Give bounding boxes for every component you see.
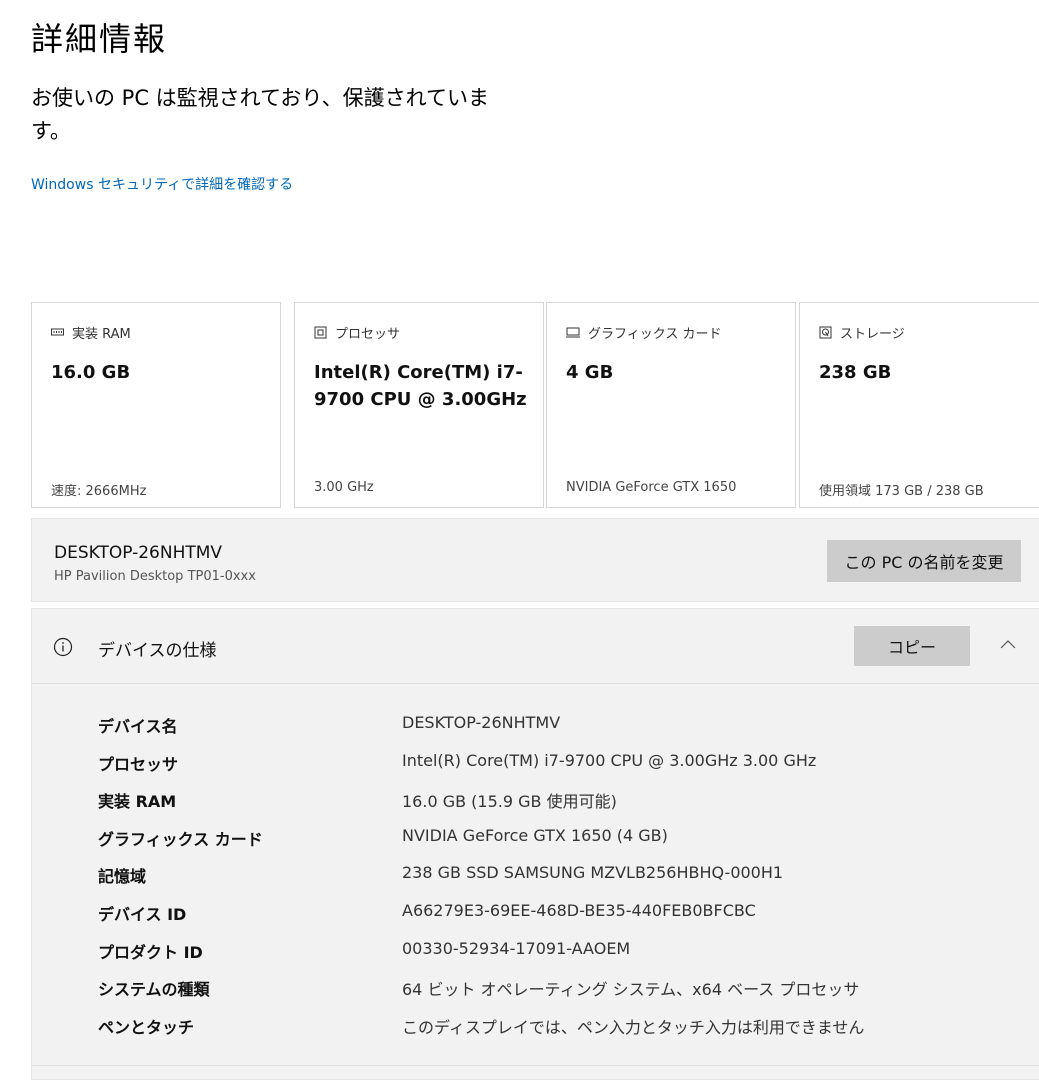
- spec-label: システムの種類: [98, 980, 210, 1000]
- windows-security-link[interactable]: Windows セキュリティで詳細を確認する: [31, 174, 293, 194]
- processor-icon: [314, 326, 327, 339]
- processor-card-footer: 3.00 GHz: [314, 480, 374, 495]
- spec-row: グラフィックス カード NVIDIA GeForce GTX 1650 (4 G…: [32, 820, 1039, 858]
- rename-pc-button[interactable]: この PC の名前を変更: [827, 540, 1021, 582]
- graphics-card-card: グラフィックス カード 4 GB NVIDIA GeForce GTX 1650: [546, 302, 796, 508]
- spec-label: デバイス ID: [98, 904, 187, 924]
- storage-icon: [819, 326, 832, 339]
- spec-row: システムの種類 64 ビット オペレーティング システム、x64 ベース プロセ…: [32, 970, 1039, 1008]
- spec-label: ペンとタッチ: [98, 1017, 195, 1037]
- divider: [32, 1065, 1039, 1066]
- processor-card-title: プロセッサ: [335, 327, 401, 342]
- storage-card-value: 238 GB: [819, 362, 892, 383]
- device-specifications: デバイスの仕様 コピー デバイス名 DESKTOP-26NHTMV プロセッサ …: [31, 608, 1039, 1080]
- spec-label: プロセッサ: [98, 754, 179, 774]
- graphics-card-title: グラフィックス カード: [588, 327, 722, 342]
- protection-status: お使いの PC は監視されており、保護されています。: [31, 86, 489, 143]
- ram-card-title: 実装 RAM: [72, 327, 131, 342]
- device-name: DESKTOP-26NHTMV: [54, 543, 223, 563]
- spec-row: ペンとタッチ このディスプレイでは、ペン入力とタッチ入力は利用できません: [32, 1008, 1039, 1046]
- spec-label: プロダクト ID: [98, 942, 203, 962]
- spec-value: DESKTOP-26NHTMV: [402, 713, 561, 732]
- spec-label: 実装 RAM: [98, 792, 177, 812]
- spec-row: 実装 RAM 16.0 GB (15.9 GB 使用可能): [32, 782, 1039, 820]
- spec-row: 記憶域 238 GB SSD SAMSUNG MZVLB256HBHQ-000H…: [32, 857, 1039, 895]
- spec-value: 238 GB SSD SAMSUNG MZVLB256HBHQ-000H1: [402, 863, 784, 883]
- spec-value: 64 ビット オペレーティング システム、x64 ベース プロセッサ: [402, 980, 860, 1000]
- spec-row: デバイス ID A66279E3-69EE-468D-BE35-440FEB0B…: [32, 895, 1039, 933]
- storage-card-title: ストレージ: [840, 327, 905, 342]
- spec-label: デバイス名: [98, 717, 178, 736]
- chevron-up-icon[interactable]: [1000, 639, 1016, 649]
- spec-header[interactable]: デバイスの仕様 コピー: [32, 609, 1039, 684]
- spec-title: デバイスの仕様: [98, 641, 217, 661]
- spec-row: プロダクト ID 00330-52934-17091-AAOEM: [32, 933, 1039, 971]
- processor-card: プロセッサ Intel(R) Core(TM) i7-9700 CPU @ 3.…: [294, 302, 544, 508]
- spec-rows: デバイス名 DESKTOP-26NHTMV プロセッサ Intel(R) Cor…: [32, 707, 1039, 1045]
- ram-icon: [51, 328, 64, 336]
- ram-card: 実装 RAM 16.0 GB 速度: 2666MHz: [31, 302, 281, 508]
- copy-button[interactable]: コピー: [854, 626, 970, 666]
- ram-card-value: 16.0 GB: [51, 362, 131, 383]
- device-name-bar: DESKTOP-26NHTMV HP Pavilion Desktop TP01…: [31, 518, 1039, 602]
- spec-value: NVIDIA GeForce GTX 1650 (4 GB): [402, 825, 668, 845]
- spec-row: プロセッサ Intel(R) Core(TM) i7-9700 CPU @ 3.…: [32, 745, 1039, 783]
- graphics-card-footer: NVIDIA GeForce GTX 1650: [566, 480, 737, 495]
- ram-card-footer: 速度: 2666MHz: [51, 484, 147, 499]
- spec-label: 記憶域: [98, 867, 147, 887]
- spec-value: Intel(R) Core(TM) i7-9700 CPU @ 3.00GHz …: [402, 750, 817, 770]
- spec-value: 16.0 GB (15.9 GB 使用可能): [402, 792, 617, 812]
- summary-cards: 実装 RAM 16.0 GB 速度: 2666MHz プロセッサ Intel(R…: [31, 302, 1039, 510]
- spec-value: このディスプレイでは、ペン入力とタッチ入力は利用できません: [402, 1017, 865, 1037]
- info-icon: [53, 637, 73, 657]
- processor-card-value: Intel(R) Core(TM) i7-9700 CPU @ 3.00GHz: [314, 362, 527, 410]
- graphics-card-value: 4 GB: [566, 362, 614, 383]
- device-model: HP Pavilion Desktop TP01-0xxx: [54, 569, 256, 584]
- graphics-card-icon: [566, 327, 580, 338]
- page-title: 詳細情報: [31, 20, 168, 58]
- storage-card: ストレージ 238 GB 使用領域 173 GB / 238 GB: [799, 302, 1039, 508]
- spec-label: グラフィックス カード: [98, 829, 263, 849]
- spec-row: デバイス名 DESKTOP-26NHTMV: [32, 707, 1039, 745]
- spec-value: A66279E3-69EE-468D-BE35-440FEB0BFCBC: [402, 900, 756, 920]
- spec-value: 00330-52934-17091-AAOEM: [402, 938, 631, 958]
- storage-card-footer: 使用領域 173 GB / 238 GB: [819, 484, 984, 499]
